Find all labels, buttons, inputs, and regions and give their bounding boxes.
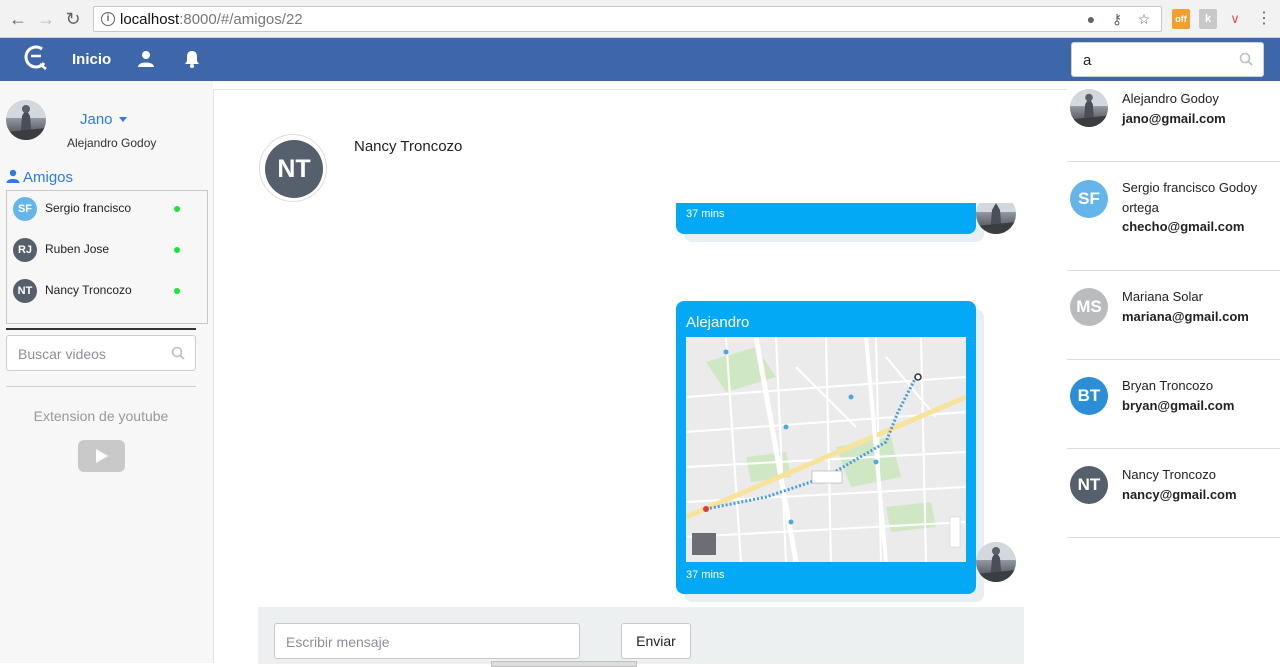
- user-email: nancy@gmail.com: [1122, 487, 1237, 502]
- user-result-item[interactable]: SF Sergio francisco Godoy ortega checho@…: [1067, 162, 1280, 271]
- extension-k-icon[interactable]: k: [1199, 9, 1217, 29]
- message-input-placeholder: Escribir mensaje: [286, 634, 390, 650]
- back-arrow-icon[interactable]: ←: [8, 9, 28, 29]
- online-status-dot: [174, 247, 180, 253]
- divider: [6, 328, 196, 330]
- user-result-item[interactable]: NT Nancy Troncozo nancy@gmail.com: [1067, 449, 1280, 538]
- person-photo-icon: [6, 100, 46, 140]
- user-email: mariana@gmail.com: [1122, 309, 1249, 324]
- chat-panel: NT Nancy Troncozo 37 mins Alejandro 37 m…: [213, 89, 1067, 667]
- contact-initials: NT: [265, 140, 323, 198]
- video-search-input[interactable]: Buscar videos: [6, 335, 196, 371]
- user-results-panel: Alejandro Godoy jano@gmail.com SF Sergio…: [1067, 81, 1280, 663]
- extension-off-icon[interactable]: off: [1172, 9, 1190, 29]
- chat-message: Alejandro 37 mins: [676, 301, 976, 594]
- friend-name: Nancy Troncozo: [45, 283, 132, 297]
- extension-vue-icon[interactable]: ∨: [1226, 9, 1244, 29]
- info-icon[interactable]: i: [101, 12, 115, 26]
- url-path: :8000/#/amigos/22: [179, 11, 303, 28]
- online-status-dot: [174, 206, 180, 212]
- translate-icon[interactable]: ●: [1083, 11, 1099, 27]
- user-avatar: MS: [1070, 288, 1108, 326]
- message-time: 37 mins: [686, 569, 725, 581]
- message-input[interactable]: Escribir mensaje: [274, 623, 580, 659]
- user-icon: [6, 169, 20, 183]
- profile-user-icon[interactable]: [137, 50, 155, 68]
- my-full-name: Alejandro Godoy: [67, 136, 157, 150]
- search-icon[interactable]: [171, 346, 185, 360]
- friend-item[interactable]: SF Sergio francisco: [7, 193, 207, 223]
- message-composer: Escribir mensaje Enviar: [258, 607, 1024, 667]
- user-search-input[interactable]: a: [1071, 42, 1264, 77]
- person-photo-icon: [976, 203, 1016, 234]
- user-name: Nancy Troncozo: [1122, 467, 1216, 482]
- youtube-play-button[interactable]: [78, 440, 125, 472]
- user-name: Bryan Troncozo: [1122, 378, 1214, 393]
- menu-kebab-icon[interactable]: ⋮: [1255, 9, 1273, 29]
- youtube-extension-title: Extension de youtube: [33, 408, 169, 424]
- caret-down-icon[interactable]: [119, 117, 127, 122]
- user-email: jano@gmail.com: [1122, 111, 1226, 126]
- address-bar[interactable]: i localhost:8000/#/amigos/22 ● ⚷ ☆: [93, 6, 1162, 32]
- friends-list: SF Sergio francisco RJ Ruben Jose NT Nan…: [6, 190, 208, 324]
- friend-item[interactable]: RJ Ruben Jose: [7, 234, 207, 264]
- my-avatar[interactable]: [6, 100, 46, 140]
- search-icon[interactable]: [1239, 52, 1253, 66]
- user-name: Alejandro Godoy: [1122, 91, 1219, 106]
- reload-icon[interactable]: ↻: [63, 9, 83, 29]
- friend-avatar: SF: [13, 197, 37, 221]
- person-photo-icon: [976, 542, 1016, 582]
- url-host: localhost: [120, 11, 180, 28]
- friends-heading[interactable]: Amigos: [6, 169, 73, 186]
- message-time: 37 mins: [686, 208, 725, 220]
- chat-message: 37 mins: [676, 203, 976, 234]
- user-name: Sergio francisco Godoy ortega: [1122, 180, 1258, 215]
- user-avatar: NT: [1070, 466, 1108, 504]
- app-navbar: Inicio a: [0, 38, 1280, 81]
- contact-avatar: NT: [259, 134, 327, 202]
- shared-map-image[interactable]: [686, 337, 966, 562]
- user-result-item[interactable]: MS Mariana Solar mariana@gmail.com: [1067, 271, 1280, 360]
- map-route-icon: [686, 337, 966, 562]
- user-avatar: [1070, 89, 1108, 127]
- online-status-dot: [174, 288, 180, 294]
- friend-name: Ruben Jose: [45, 242, 110, 256]
- sender-avatar: [976, 542, 1016, 582]
- user-name: Mariana Solar: [1122, 289, 1203, 304]
- person-photo-icon: [1070, 89, 1108, 127]
- divider: [6, 386, 196, 387]
- sender-avatar: [976, 203, 1016, 234]
- user-result-item[interactable]: BT Bryan Troncozo bryan@gmail.com: [1067, 360, 1280, 449]
- friend-name: Sergio francisco: [45, 201, 132, 215]
- my-name-dropdown[interactable]: Jano: [80, 111, 113, 128]
- extension-badge: off: [1175, 14, 1187, 24]
- nav-home-link[interactable]: Inicio: [72, 51, 111, 68]
- bookmark-star-icon[interactable]: ☆: [1136, 11, 1152, 27]
- user-avatar: SF: [1070, 180, 1108, 218]
- user-email: bryan@gmail.com: [1122, 398, 1235, 413]
- left-sidebar: Jano Alejandro Godoy Amigos SF Sergio fr…: [0, 81, 213, 663]
- notifications-bell-icon[interactable]: [183, 50, 201, 68]
- app-logo-icon[interactable]: [22, 43, 50, 71]
- contact-name: Nancy Troncozo: [354, 138, 463, 155]
- friends-heading-label: Amigos: [23, 169, 74, 186]
- user-search-value: a: [1083, 52, 1092, 69]
- forward-arrow-icon[interactable]: →: [36, 9, 56, 29]
- user-avatar: BT: [1070, 377, 1108, 415]
- friend-item[interactable]: NT Nancy Troncozo: [7, 275, 207, 305]
- browser-toolbar: ← → ↻ i localhost:8000/#/amigos/22 ● ⚷ ☆…: [0, 0, 1280, 38]
- friend-avatar: RJ: [13, 238, 37, 262]
- url-text: localhost:8000/#/amigos/22: [120, 11, 303, 28]
- composer-scroll-handle[interactable]: [491, 661, 637, 667]
- video-search-placeholder: Buscar videos: [18, 346, 106, 362]
- message-author: Alejandro: [686, 314, 750, 331]
- send-button[interactable]: Enviar: [621, 623, 691, 659]
- friend-avatar: NT: [13, 279, 37, 303]
- key-icon[interactable]: ⚷: [1109, 11, 1125, 27]
- user-result-item[interactable]: Alejandro Godoy jano@gmail.com: [1067, 81, 1280, 162]
- play-icon: [96, 449, 108, 463]
- user-email: checho@gmail.com: [1122, 219, 1245, 234]
